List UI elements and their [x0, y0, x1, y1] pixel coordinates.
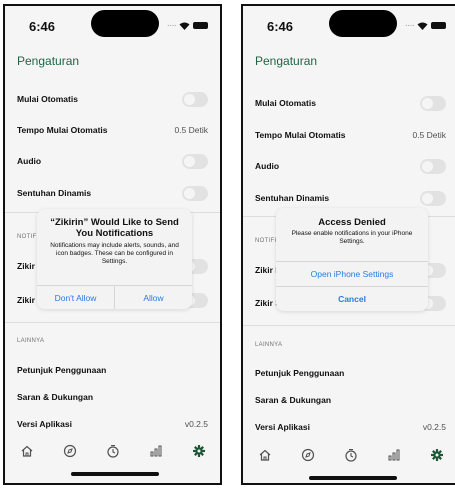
access-denied-title: Access Denied — [318, 217, 386, 228]
cancel-button[interactable]: Cancel — [276, 287, 428, 311]
phone-screen-left: 6:46 ···· Pengaturan Mulai Otomatis Temp… — [3, 4, 222, 485]
phone-screen-right: 6:46 ···· Pengaturan Mulai Otomatis Temp… — [241, 4, 455, 485]
allow-button[interactable]: Allow — [115, 286, 192, 309]
access-denied-dialog: Access Denied Please enable notification… — [276, 208, 428, 311]
dont-allow-button[interactable]: Don't Allow — [37, 286, 114, 309]
permission-dialog-title: “Zikirin” Would Like to Send You Notific… — [50, 217, 179, 239]
permission-dialog-message: Notifications may include alerts, sounds… — [50, 242, 179, 265]
permission-dialog-body: “Zikirin” Would Like to Send You Notific… — [37, 209, 192, 283]
access-denied-message: Please enable notifications in your iPho… — [291, 230, 413, 245]
open-settings-button[interactable]: Open iPhone Settings — [276, 262, 428, 286]
permission-dialog: “Zikirin” Would Like to Send You Notific… — [37, 209, 192, 309]
access-denied-dialog-body: Access Denied Please enable notification… — [276, 208, 428, 258]
